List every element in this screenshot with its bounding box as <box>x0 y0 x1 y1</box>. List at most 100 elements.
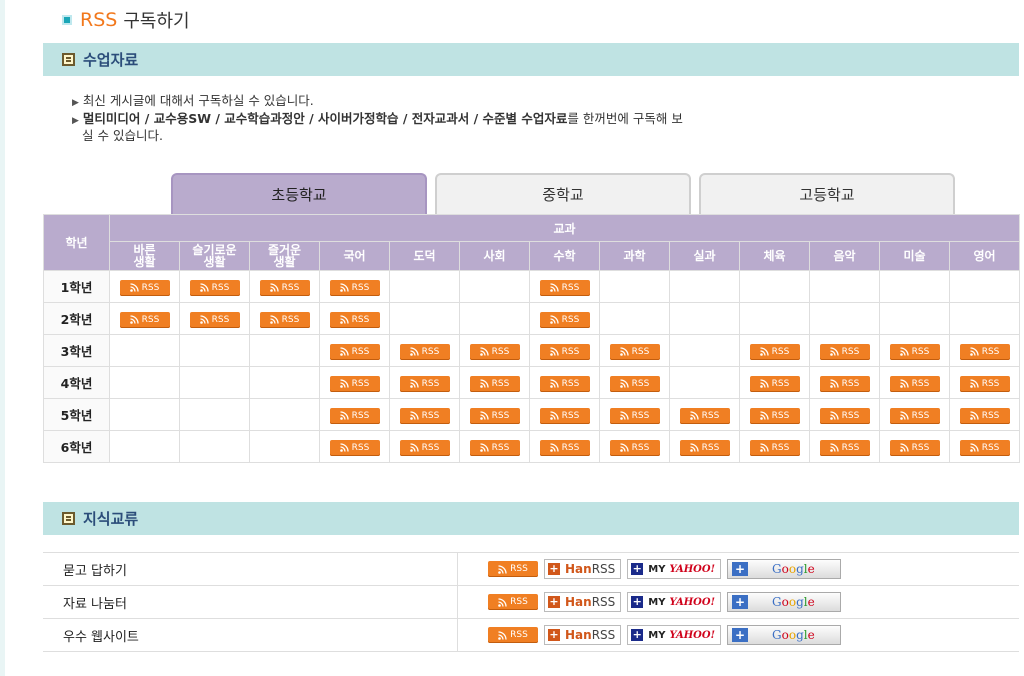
rss-feed-icon <box>498 564 507 574</box>
rss-feed-icon <box>969 443 979 452</box>
knowledge-row: 우수 웹사이트 RSS + Han RSS + MY YAHOO! + Google <box>43 618 1019 652</box>
grade-subject-cell: RSS <box>389 430 460 463</box>
rss-subscribe-button[interactable]: RSS <box>889 343 940 360</box>
grade-row: 6학년 RSS RSS RSS RSS RSS RSS RSS RSS RSS RSS <box>43 430 1021 463</box>
rss-subscribe-button[interactable]: RSS <box>488 594 538 610</box>
rss-subscribe-button[interactable]: RSS <box>889 407 940 424</box>
grade-subject-cell <box>179 334 250 367</box>
rss-subscribe-button[interactable]: RSS <box>399 343 450 360</box>
rss-feed-icon <box>829 443 839 452</box>
rss-subscribe-button[interactable]: RSS <box>119 279 170 296</box>
plus-icon: + <box>732 628 748 642</box>
my-yahoo-subscribe-button[interactable]: + MY YAHOO! <box>627 625 721 645</box>
rss-subscribe-button[interactable]: RSS <box>488 627 538 643</box>
knowledge-row-label: 묻고 답하기 <box>43 552 458 586</box>
rss-label: RSS <box>631 442 650 453</box>
rss-subscribe-button[interactable]: RSS <box>819 439 870 456</box>
rss-label: RSS <box>981 378 1000 389</box>
page-title: RSS 구독하기 <box>62 8 190 32</box>
arrow-bullet-icon: ▶ <box>72 98 79 108</box>
rss-subscribe-button[interactable]: RSS <box>889 439 940 456</box>
rss-subscribe-button[interactable]: RSS <box>259 311 310 328</box>
rss-label: RSS <box>351 410 370 421</box>
rss-subscribe-button[interactable]: RSS <box>329 311 380 328</box>
grade-subject-cell: RSS <box>249 270 320 303</box>
rss-subscribe-button[interactable]: RSS <box>539 375 590 392</box>
rss-subscribe-button[interactable]: RSS <box>679 439 730 456</box>
rss-feed-icon <box>619 347 629 356</box>
rss-subscribe-button[interactable]: RSS <box>959 407 1010 424</box>
rss-label: RSS <box>981 442 1000 453</box>
rss-label: RSS <box>911 410 930 421</box>
rss-subscribe-button[interactable]: RSS <box>329 279 380 296</box>
grade-subject-cell <box>179 398 250 431</box>
rss-subscribe-button[interactable]: RSS <box>119 311 170 328</box>
grade-subject-cell: RSS <box>109 302 180 335</box>
rss-feed-icon <box>339 443 349 452</box>
rss-subscribe-button[interactable]: RSS <box>329 439 380 456</box>
rss-subscribe-button[interactable]: RSS <box>539 343 590 360</box>
rss-subscribe-button[interactable]: RSS <box>469 343 520 360</box>
rss-subscribe-button[interactable]: RSS <box>539 407 590 424</box>
tab-high[interactable]: 고등학교 <box>699 173 955 214</box>
grade-subject-cell: RSS <box>529 398 600 431</box>
rss-subscribe-button[interactable]: RSS <box>539 279 590 296</box>
rss-subscribe-button[interactable]: RSS <box>819 407 870 424</box>
rss-subscribe-button[interactable]: RSS <box>329 343 380 360</box>
rss-subscribe-button[interactable]: RSS <box>679 407 730 424</box>
rss-subscribe-button[interactable]: RSS <box>259 279 310 296</box>
rss-subscribe-button[interactable]: RSS <box>189 311 240 328</box>
my-yahoo-subscribe-button[interactable]: + MY YAHOO! <box>627 592 721 612</box>
my-yahoo-subscribe-button[interactable]: + MY YAHOO! <box>627 559 721 579</box>
rss-subscribe-button[interactable]: RSS <box>749 407 800 424</box>
rss-subscribe-button[interactable]: RSS <box>609 375 660 392</box>
rss-subscribe-button[interactable]: RSS <box>539 439 590 456</box>
rss-subscribe-button[interactable]: RSS <box>749 343 800 360</box>
subject-header: 즐거운 생활 <box>249 241 320 271</box>
google-subscribe-button[interactable]: + Google <box>727 559 841 579</box>
grade-subject-cell <box>389 302 460 335</box>
rss-feed-icon <box>549 315 559 324</box>
rss-subscribe-button[interactable]: RSS <box>488 561 538 577</box>
rss-subscribe-button[interactable]: RSS <box>959 375 1010 392</box>
rss-feed-icon <box>619 411 629 420</box>
rss-subscribe-button[interactable]: RSS <box>749 439 800 456</box>
subject-header: 수학 <box>529 241 600 271</box>
rss-subscribe-button[interactable]: RSS <box>329 407 380 424</box>
rss-feed-icon <box>899 443 909 452</box>
rss-subscribe-button[interactable]: RSS <box>819 343 870 360</box>
rss-subscribe-button[interactable]: RSS <box>959 439 1010 456</box>
rss-subscribe-button[interactable]: RSS <box>399 439 450 456</box>
rss-subscribe-button[interactable]: RSS <box>889 375 940 392</box>
subject-header: 과학 <box>599 241 670 271</box>
hanrss-subscribe-button[interactable]: + Han RSS <box>544 625 622 645</box>
rss-subscribe-button[interactable]: RSS <box>749 375 800 392</box>
rss-subscribe-button[interactable]: RSS <box>399 375 450 392</box>
hanrss-subscribe-button[interactable]: + Han RSS <box>544 559 622 579</box>
rss-feed-icon <box>549 283 559 292</box>
rss-feed-icon <box>129 283 139 292</box>
hanrss-subscribe-button[interactable]: + Han RSS <box>544 592 622 612</box>
rss-subscribe-button[interactable]: RSS <box>819 375 870 392</box>
tab-elementary[interactable]: 초등학교 <box>171 173 427 214</box>
tab-middle[interactable]: 중학교 <box>435 173 691 214</box>
rss-feed-icon <box>899 347 909 356</box>
rss-subscribe-button[interactable]: RSS <box>609 439 660 456</box>
rss-subscribe-button[interactable]: RSS <box>469 439 520 456</box>
rss-subscribe-button[interactable]: RSS <box>959 343 1010 360</box>
rss-subscribe-button[interactable]: RSS <box>539 311 590 328</box>
rss-subscribe-button[interactable]: RSS <box>469 375 520 392</box>
rss-subscribe-button[interactable]: RSS <box>399 407 450 424</box>
grade-subject-cell <box>948 302 1021 335</box>
rss-subscribe-button[interactable]: RSS <box>189 279 240 296</box>
grade-row: 3학년 RSS RSS RSS RSS RSS RSS RSS RSS RSS <box>43 334 1021 367</box>
rss-subscribe-button[interactable]: RSS <box>609 407 660 424</box>
rss-subscribe-button[interactable]: RSS <box>329 375 380 392</box>
rss-subscribe-button[interactable]: RSS <box>469 407 520 424</box>
rss-feed-icon <box>479 379 489 388</box>
google-subscribe-button[interactable]: + Google <box>727 592 841 612</box>
rss-label: RSS <box>911 346 930 357</box>
rss-subscribe-button[interactable]: RSS <box>609 343 660 360</box>
google-subscribe-button[interactable]: + Google <box>727 625 841 645</box>
grade-subject-cell: RSS <box>739 398 810 431</box>
